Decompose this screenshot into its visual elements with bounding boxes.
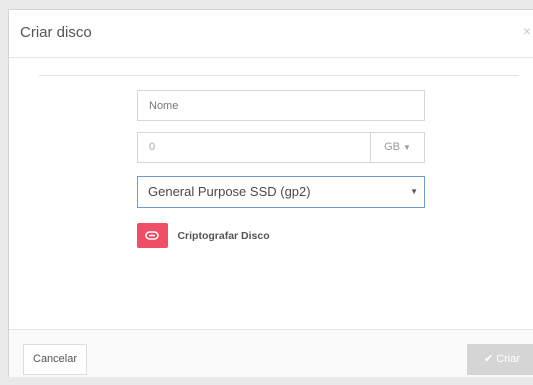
- divider: [39, 75, 519, 76]
- disk-size-input[interactable]: 0: [137, 132, 371, 163]
- modal-title: Criar disco: [20, 24, 92, 41]
- disk-name-input[interactable]: [137, 90, 425, 121]
- cancel-button[interactable]: Cancelar: [23, 344, 88, 375]
- size-unit-label: GB: [384, 141, 400, 153]
- volume-type-select[interactable]: General Purpose SSD (gp2) ▼: [137, 176, 425, 208]
- volume-type-value: General Purpose SSD (gp2): [148, 184, 311, 199]
- create-disk-modal: Criar disco × 0 GB▼ General Purpose SSD …: [8, 9, 533, 377]
- close-icon[interactable]: ×: [523, 23, 531, 39]
- check-icon: ✔: [483, 353, 494, 365]
- create-button[interactable]: ✔ Criar: [467, 344, 533, 375]
- size-unit-dropdown[interactable]: GB ▼: [370, 132, 425, 163]
- link-toggle-icon: [145, 231, 159, 240]
- encrypt-toggle[interactable]: [137, 223, 168, 248]
- encrypt-toggle-row: Criptografar Disco: [137, 223, 270, 248]
- create-label: Criar: [496, 353, 521, 365]
- caret-down-icon: ▼: [410, 187, 418, 196]
- modal-footer: Cancelar ✔ Criar: [9, 329, 533, 377]
- encrypt-label: Criptografar Disco: [177, 229, 270, 242]
- modal-header: Criar disco ×: [9, 10, 533, 58]
- caret-down-icon: ▼: [402, 143, 411, 152]
